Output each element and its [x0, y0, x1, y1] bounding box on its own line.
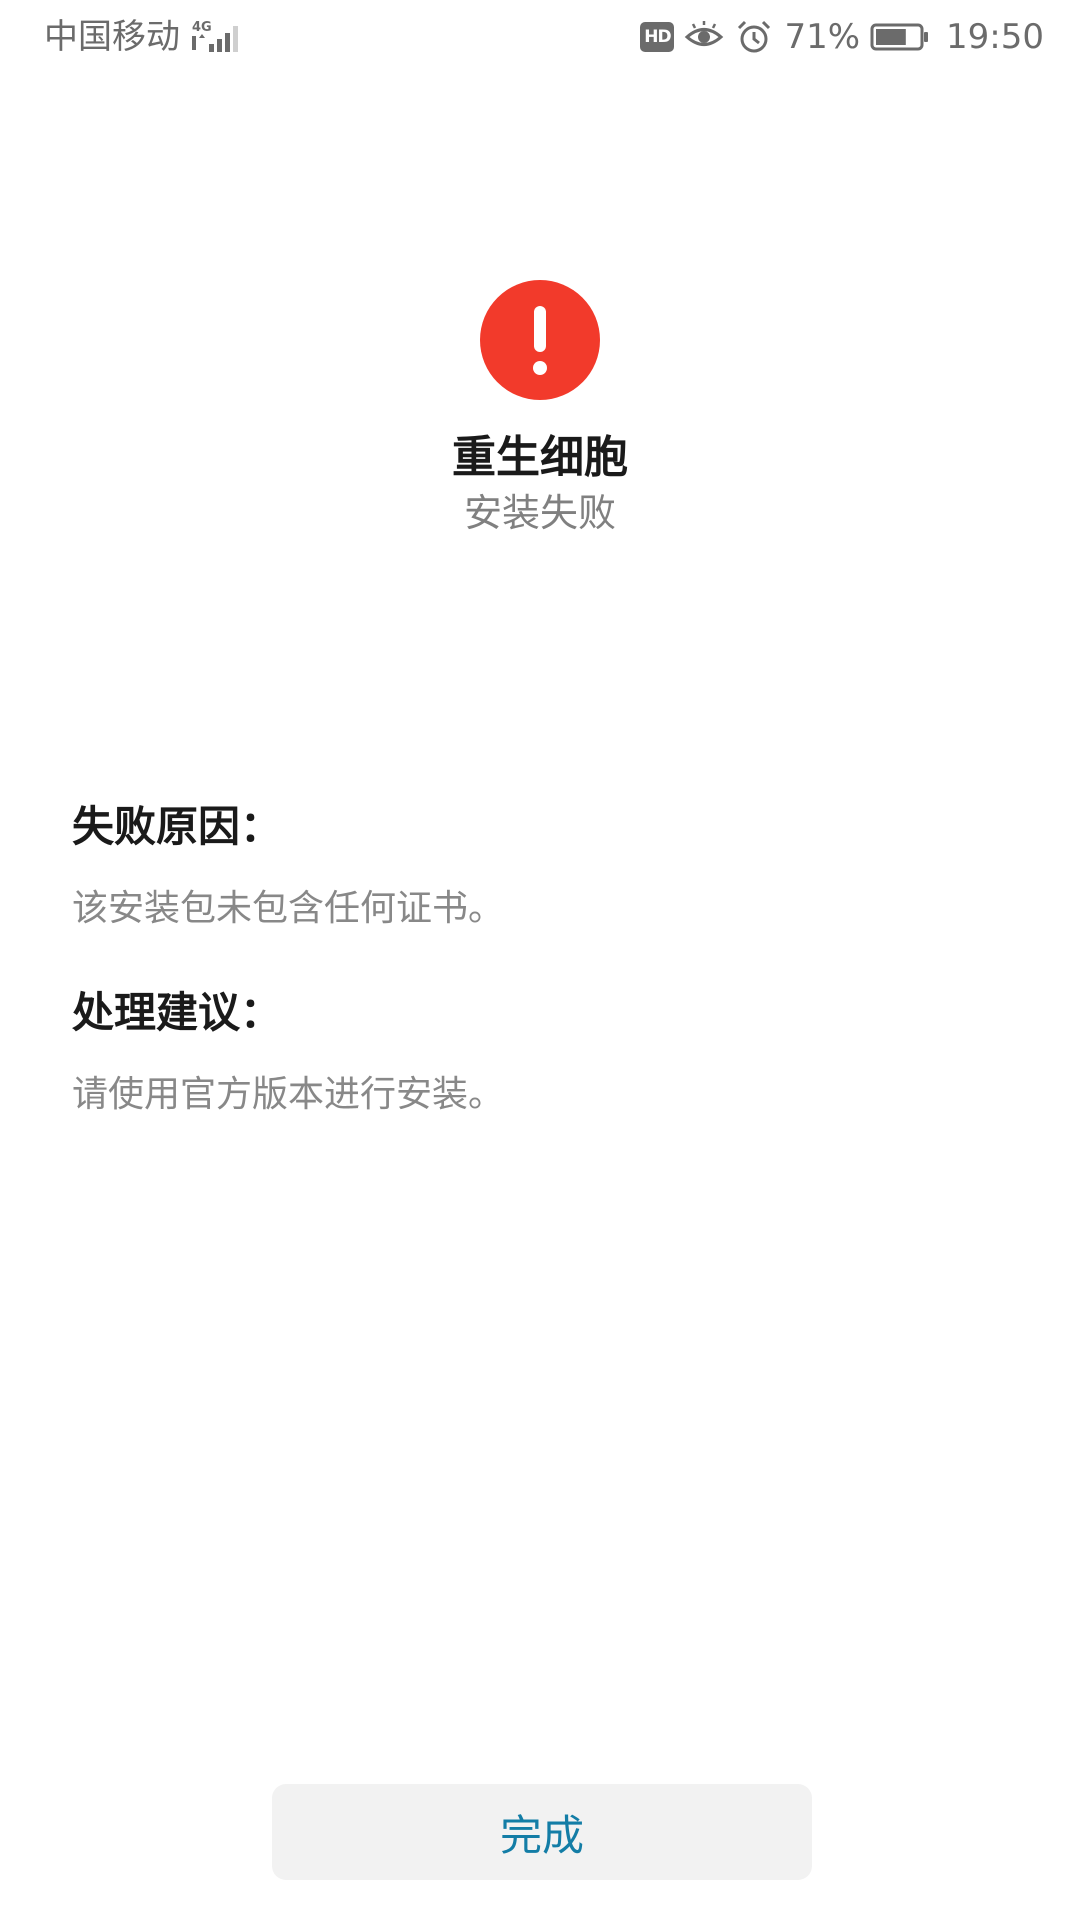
- failure-reason-title: 失败原因：: [72, 802, 283, 851]
- exclamation-alert-icon: [480, 280, 600, 400]
- network-type-label: 4G: [192, 20, 212, 35]
- failure-reason-text: 该安装包未包含任何证书。: [72, 888, 505, 929]
- done-button[interactable]: 完成: [272, 1784, 812, 1880]
- hd-icon: HD: [640, 22, 675, 52]
- eye-comfort-icon: [685, 21, 724, 46]
- status-bar: 中国移动 4G HD 71% 19:50: [0, 0, 1080, 76]
- signal-strength-icon: 4G: [192, 20, 238, 52]
- battery-percentage: 71%: [784, 17, 861, 57]
- carrier-name: 中国移动: [44, 17, 180, 57]
- app-name: 重生细胞: [452, 432, 628, 483]
- install-status: 安装失败: [463, 491, 616, 535]
- status-icons: HD 71% 19:50: [640, 14, 1044, 60]
- battery-icon: [870, 23, 929, 51]
- suggestion-title: 处理建议：: [72, 988, 283, 1037]
- clock: 19:50: [946, 17, 1044, 57]
- suggestion-text: 请使用官方版本进行安装。: [72, 1074, 505, 1115]
- alarm-clock-icon: [738, 20, 771, 53]
